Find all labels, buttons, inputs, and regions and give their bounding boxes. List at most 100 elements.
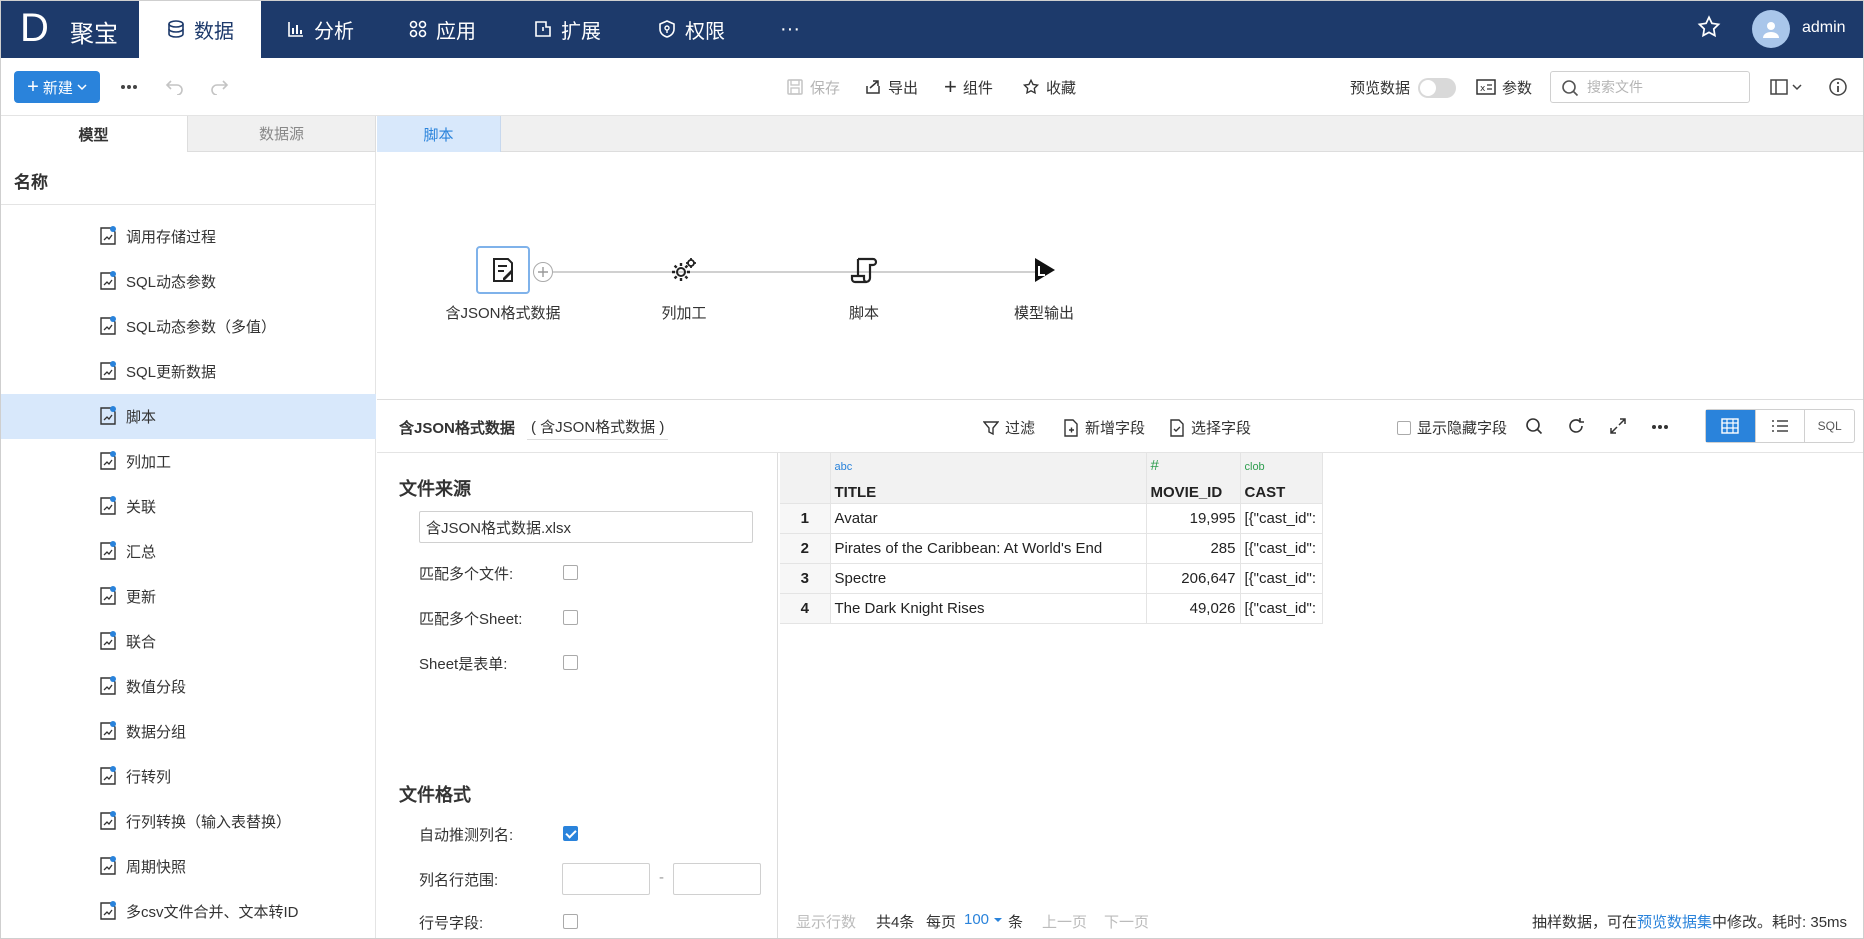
flow-node-script[interactable]: 脚本 <box>794 246 934 323</box>
header-range-start-input[interactable] <box>562 863 650 895</box>
cell-cast[interactable]: [{"cast_id": <box>1240 533 1323 564</box>
node-subtitle[interactable]: ( 含JSON格式数据 ) <box>527 416 669 440</box>
username[interactable]: admin <box>1802 19 1846 37</box>
refresh-icon[interactable] <box>1567 417 1585 435</box>
tab-script[interactable]: 脚本 <box>377 116 501 152</box>
column-name: CAST <box>1244 483 1286 501</box>
cell-movie-id[interactable]: 285 <box>1146 533 1241 564</box>
tree-item[interactable]: 联合 <box>0 619 376 664</box>
cell-title[interactable]: Avatar <box>830 503 1147 534</box>
params-button[interactable]: x 参数 <box>1476 76 1532 98</box>
nav-item-analysis[interactable]: 分析 <box>286 0 354 58</box>
tree-item[interactable]: SQL更新数据 <box>0 349 376 394</box>
sql-view-button[interactable]: SQL <box>1805 410 1854 442</box>
cell-cast[interactable]: [{"cast_id": <box>1240 503 1323 534</box>
more-options-icon[interactable] <box>1651 424 1669 430</box>
match-files-checkbox[interactable] <box>563 565 578 580</box>
show-hidden-checkbox[interactable] <box>1397 420 1411 435</box>
layout-toggle-icon[interactable] <box>1766 74 1806 100</box>
tree-item[interactable]: 汇总 <box>0 529 376 574</box>
cell-title[interactable]: Pirates of the Caribbean: At World's End <box>830 533 1147 564</box>
info-icon[interactable] <box>1825 74 1851 100</box>
flow-node-column-process[interactable]: 列加工 <box>614 246 754 323</box>
nav-item-apps[interactable]: 应用 <box>408 0 476 58</box>
tree-item-label: 更新 <box>126 589 157 606</box>
tree-item[interactable]: 列加工 <box>0 439 376 484</box>
row-number-checkbox[interactable] <box>563 914 578 929</box>
cell-movie-id[interactable]: 206,647 <box>1146 563 1241 594</box>
tree-item[interactable]: 更新 <box>0 574 376 619</box>
brand-name: 聚宝 <box>70 21 118 48</box>
more-options-icon[interactable] <box>116 74 142 100</box>
auto-detect-checkbox[interactable] <box>563 826 578 841</box>
tab-model[interactable]: 模型 <box>0 116 188 152</box>
preview-dataset-link[interactable]: 预览数据集 <box>1637 914 1712 931</box>
show-rows-button[interactable]: 显示行数 <box>796 911 856 932</box>
expand-icon[interactable] <box>1609 417 1627 435</box>
nav-item-more[interactable]: ··· <box>780 0 800 58</box>
cell-title[interactable]: The Dark Knight Rises <box>830 593 1147 624</box>
column-header-movie-id[interactable]: # MOVIE_ID <box>1146 453 1241 504</box>
prev-page-button[interactable]: 上一页 <box>1042 911 1087 932</box>
left-panel-tabs: 模型 数据源 <box>0 116 376 152</box>
select-field-button[interactable]: 选择字段 <box>1169 417 1251 438</box>
editor-tab-bar: 脚本 <box>377 116 1864 152</box>
tree-item[interactable]: 多csv文件合并、文本转ID <box>0 889 376 934</box>
cell-title[interactable]: Spectre <box>830 563 1147 594</box>
divider <box>0 204 376 205</box>
per-page-select[interactable]: 100 <box>964 911 1003 928</box>
add-field-button[interactable]: 新增字段 <box>1063 417 1145 438</box>
tree-item[interactable]: SQL动态参数 <box>0 259 376 304</box>
search-input[interactable] <box>1587 77 1737 97</box>
table-view-icon[interactable] <box>1706 410 1756 442</box>
table-row[interactable]: 4 The Dark Knight Rises 49,026 [{"cast_i… <box>780 593 1323 624</box>
file-name-input[interactable] <box>419 511 753 543</box>
new-button[interactable]: + 新建 <box>14 71 100 103</box>
tree-item[interactable]: SQL动态参数（多值） <box>0 304 376 349</box>
next-page-button[interactable]: 下一页 <box>1104 911 1149 932</box>
redo-icon[interactable] <box>206 74 232 100</box>
app-logo[interactable]: D 聚宝 <box>0 0 139 58</box>
undo-icon[interactable] <box>162 74 188 100</box>
table-row[interactable]: 2 Pirates of the Caribbean: At World's E… <box>780 533 1323 564</box>
tree-item[interactable]: 数值分段 <box>0 664 376 709</box>
nav-item-extension[interactable]: 扩展 <box>533 0 601 58</box>
column-header-title[interactable]: abc TITLE <box>830 453 1147 504</box>
show-hidden-fields-toggle[interactable]: 显示隐藏字段 <box>1397 417 1507 438</box>
cell-cast[interactable]: [{"cast_id": <box>1240 593 1323 624</box>
list-view-icon[interactable] <box>1756 410 1806 442</box>
cell-cast[interactable]: [{"cast_id": <box>1240 563 1323 594</box>
sheet-is-form-checkbox[interactable] <box>563 655 578 670</box>
tree-item[interactable]: 调用存储过程 <box>0 214 376 259</box>
sheet-is-form-label: Sheet是表单: <box>419 656 508 673</box>
avatar[interactable] <box>1752 10 1790 48</box>
nav-item-permissions[interactable]: 权限 <box>657 0 725 58</box>
match-sheets-checkbox[interactable] <box>563 610 578 625</box>
preview-data-toggle[interactable] <box>1418 78 1456 98</box>
tree-item[interactable]: 脚本 <box>0 394 376 439</box>
flow-node-output[interactable]: 模型输出 <box>974 246 1114 323</box>
tree-item[interactable]: 周期快照 <box>0 844 376 889</box>
column-header-cast[interactable]: clob CAST <box>1240 453 1323 504</box>
header-range-end-input[interactable] <box>673 863 761 895</box>
tree-item[interactable]: 行列转换（输入表替换） <box>0 799 376 844</box>
save-button[interactable]: 保存 <box>786 76 840 98</box>
nav-item-data[interactable]: 数据 <box>139 0 261 58</box>
add-node-icon[interactable] <box>533 262 553 282</box>
tree-item-label: 脚本 <box>126 409 157 426</box>
tree-item[interactable]: 行转列 <box>0 754 376 799</box>
table-row[interactable]: 3 Spectre 206,647 [{"cast_id": <box>780 563 1323 594</box>
tab-datasource[interactable]: 数据源 <box>188 116 376 152</box>
component-button[interactable]: + 组件 <box>944 76 993 98</box>
table-row[interactable]: 1 Avatar 19,995 [{"cast_id": <box>780 503 1323 534</box>
filter-button[interactable]: 过滤 <box>983 417 1035 438</box>
cell-movie-id[interactable]: 49,026 <box>1146 593 1241 624</box>
search-icon[interactable] <box>1525 417 1543 435</box>
flow-node-source[interactable]: 含JSON格式数据 <box>433 246 573 323</box>
favorite-button[interactable]: 收藏 <box>1022 76 1076 98</box>
favorite-star-icon[interactable] <box>1696 14 1722 40</box>
tree-item[interactable]: 数据分组 <box>0 709 376 754</box>
tree-item[interactable]: 关联 <box>0 484 376 529</box>
cell-movie-id[interactable]: 19,995 <box>1146 503 1241 534</box>
export-button[interactable]: 导出 <box>864 76 918 98</box>
